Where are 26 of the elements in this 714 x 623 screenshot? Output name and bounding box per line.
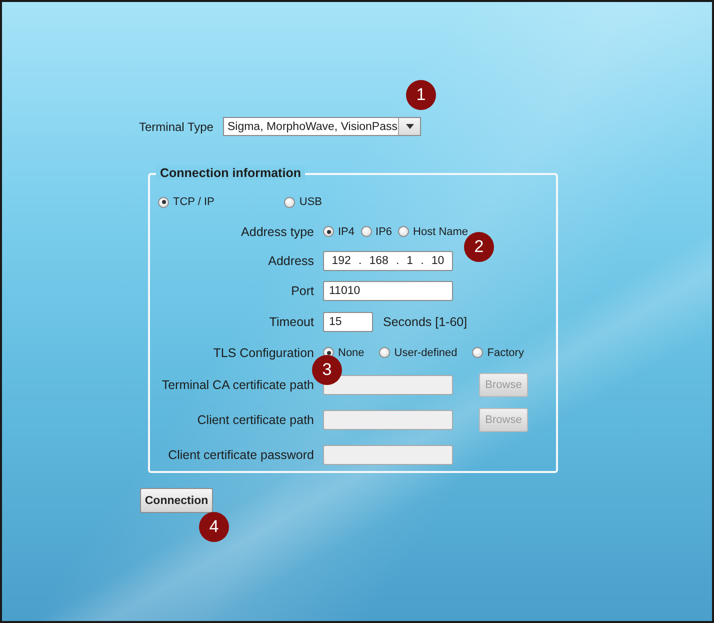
connection-button[interactable]: Connection	[140, 488, 213, 513]
unit-label: Seconds [1-60]	[383, 314, 468, 328]
input-field[interactable]: 15	[323, 312, 373, 332]
field-label: Client certificate path	[196, 413, 314, 427]
radio-option[interactable]: USB	[284, 196, 322, 208]
field-label: TLS Configuration	[212, 346, 314, 360]
radio-option[interactable]: Factory	[472, 346, 524, 358]
group-title: Connection information	[156, 166, 305, 180]
callout-badge: 1	[406, 80, 436, 110]
input-field[interactable]: 11010	[323, 281, 453, 301]
field-label: Client certificate password	[167, 448, 314, 462]
field-label: Terminal Type	[139, 120, 214, 134]
address-field[interactable]: 192 . 168 . 1 . 10	[323, 251, 453, 271]
field-label: Port	[290, 284, 314, 298]
callout-badge: 4	[199, 512, 229, 542]
field-label: Terminal CA certificate path	[160, 378, 314, 392]
radio-option[interactable]: User-defined	[379, 346, 458, 358]
radio-option[interactable]: IP6	[360, 226, 392, 238]
callout-badge: 3	[312, 355, 342, 385]
terminal-type-dropdown[interactable]: Sigma, MorphoWave, VisionPass	[223, 117, 422, 136]
field-label: Address type	[240, 224, 314, 238]
field-label: Address	[267, 254, 314, 268]
radio-option[interactable]: IP4	[323, 226, 355, 238]
field-label: Timeout	[268, 314, 314, 328]
caret-icon	[406, 124, 414, 129]
radio-option[interactable]: TCP / IP	[158, 196, 214, 208]
